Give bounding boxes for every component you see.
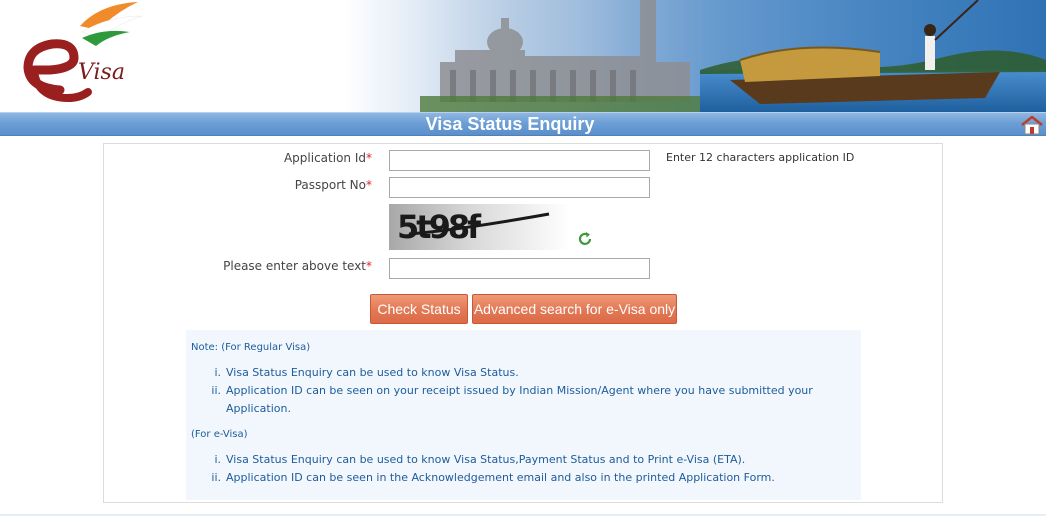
captcha-input-label: Please enter above text* (223, 259, 372, 273)
logo-text: Visa (78, 60, 125, 85)
list-item: i. Visa Status Enquiry can be used to kno… (214, 366, 519, 379)
banner-scenery (0, 0, 1046, 112)
refresh-icon (578, 232, 592, 245)
page-title: Visa Status Enquiry (425, 114, 595, 134)
regular-visa-note-header: Note: (For Regular Visa) (191, 342, 311, 353)
check-status-button[interactable]: Check Status (370, 294, 468, 324)
passport-no-label: Passport No* (294, 178, 372, 192)
passport-no-input[interactable] (389, 177, 650, 198)
application-id-label: Application Id* (283, 151, 372, 165)
header-banner: Visa (0, 0, 1046, 112)
list-item: Application. (226, 402, 291, 415)
visa-status-form: Application Id* Enter 12 characters appl… (103, 143, 943, 503)
evisa-note-header: (For e-Visa) (191, 429, 248, 440)
evisa-logo (23, 2, 143, 103)
list-item: i. Visa Status Enquiry can be used to kno… (214, 453, 746, 466)
home-icon (1021, 115, 1043, 135)
captcha-refresh-button[interactable] (577, 231, 593, 247)
notes-box: Note: (For Regular Visa) i. Visa Status E… (186, 330, 861, 500)
evisa-note-list: i. Visa Status Enquiry can be used to kno… (186, 451, 861, 487)
regular-visa-note-list: i. Visa Status Enquiry can be used to kno… (186, 364, 861, 418)
advanced-search-button[interactable]: Advanced search for e-Visa only (472, 294, 677, 324)
application-id-hint: Enter 12 characters application ID (666, 151, 855, 164)
captcha-image: 5t98f (389, 204, 570, 250)
list-item: ii. Application ID can be seen in the Ack… (211, 471, 775, 484)
page-title-bar: Visa Status Enquiry (0, 112, 1046, 136)
application-id-input[interactable] (389, 150, 650, 171)
list-item: ii. Application ID can be seen on your re… (211, 384, 813, 397)
captcha-input[interactable] (389, 258, 650, 279)
home-button[interactable] (1020, 115, 1044, 135)
